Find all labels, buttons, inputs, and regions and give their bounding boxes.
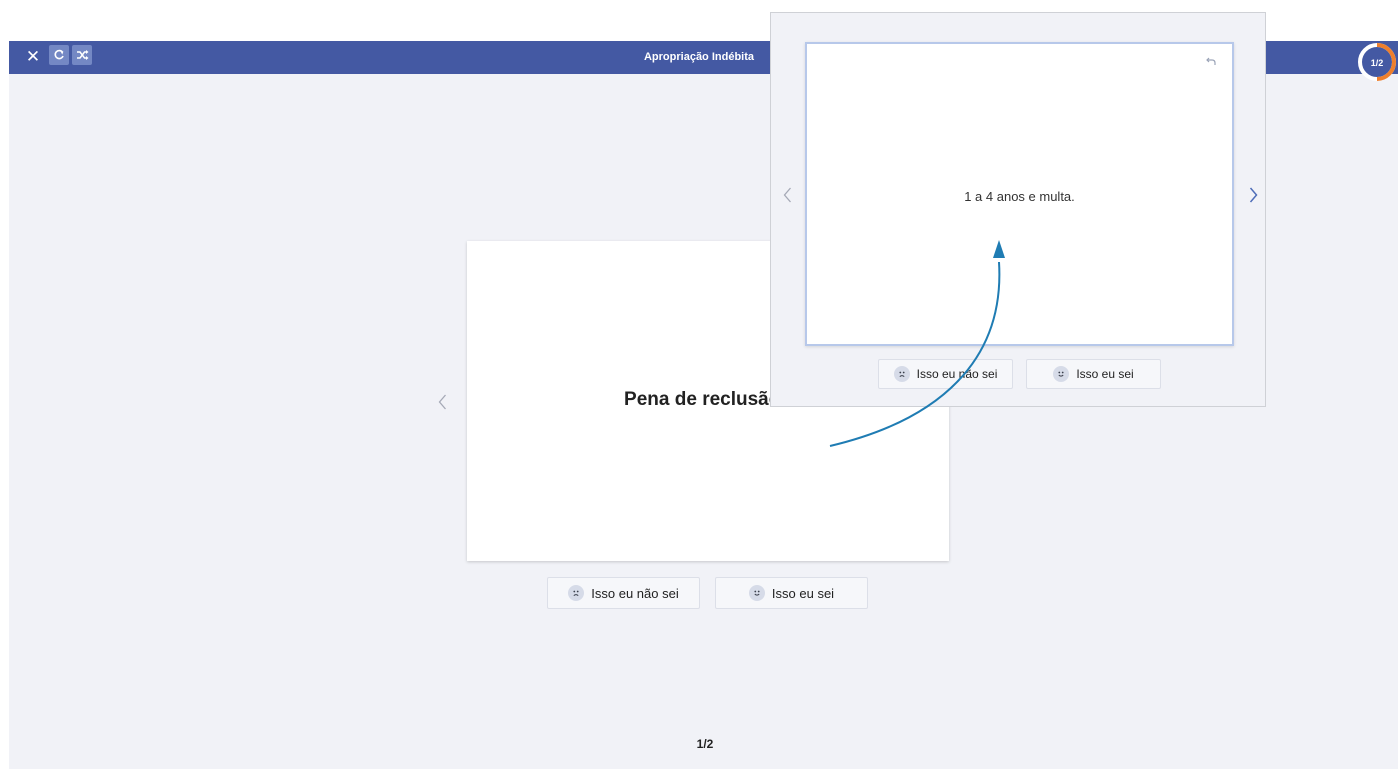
card-counter: 1/2 — [696, 737, 714, 751]
undo-icon — [1206, 57, 1216, 65]
flip-back-button[interactable] — [1204, 54, 1218, 68]
shuffle-icon — [76, 50, 88, 60]
chevron-right-icon — [1249, 187, 1257, 203]
shuffle-button[interactable] — [72, 45, 92, 65]
sad-face-icon — [568, 585, 585, 601]
flashcard-back[interactable]: 1 a 4 anos e multa. — [805, 42, 1234, 346]
chevron-left-icon — [438, 394, 446, 410]
close-icon: ✕ — [25, 47, 41, 66]
happy-face-icon — [1053, 366, 1070, 382]
deck-title: Apropriação Indébita — [643, 51, 755, 63]
happy-face-icon — [748, 585, 765, 601]
progress-ring: 1/2 — [1356, 41, 1398, 87]
previous-card-button[interactable] — [434, 392, 450, 412]
overlay-previous-button[interactable] — [779, 185, 795, 205]
overlay-dont-know-label: Isso eu não sei — [916, 367, 998, 381]
restart-button[interactable] — [49, 45, 69, 65]
overlay-know-label: Isso eu sei — [1076, 367, 1134, 381]
dont-know-label: Isso eu não sei — [591, 585, 679, 601]
overlay-next-button[interactable] — [1245, 185, 1261, 205]
know-button[interactable]: Isso eu sei — [715, 577, 868, 609]
dont-know-button[interactable]: Isso eu não sei — [547, 577, 700, 609]
close-button[interactable]: ✕ — [23, 45, 43, 69]
overlay-dont-know-button[interactable]: Isso eu não sei — [878, 359, 1013, 389]
chevron-left-icon — [783, 187, 791, 203]
card-answer: 1 a 4 anos e multa. — [964, 189, 1075, 204]
know-label: Isso eu sei — [771, 585, 835, 601]
flipped-card-preview: 1 a 4 anos e multa. Isso eu não sei Isso… — [770, 12, 1266, 407]
overlay-know-button[interactable]: Isso eu sei — [1026, 359, 1161, 389]
restart-icon — [54, 49, 64, 60]
progress-label: 1/2 — [1371, 58, 1384, 68]
sad-face-icon — [893, 366, 910, 382]
